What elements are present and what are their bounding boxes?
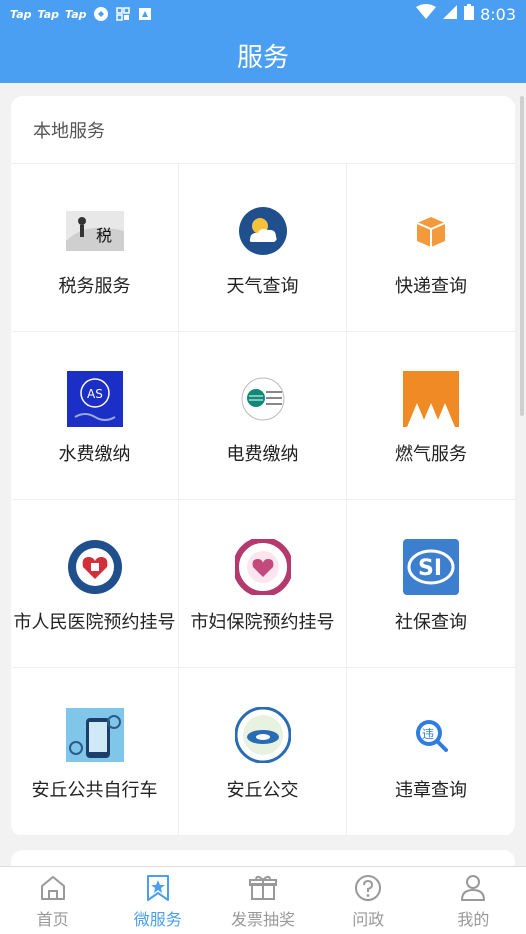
service-water[interactable]: AS 水费缴纳	[11, 332, 179, 500]
svg-text:违: 违	[422, 727, 434, 741]
image-icon	[137, 6, 153, 22]
package-icon	[402, 202, 460, 260]
tab-inquiry[interactable]: 问政	[316, 867, 421, 934]
service-label: 燃气服务	[395, 444, 467, 465]
service-express[interactable]: 快递查询	[347, 164, 515, 332]
status-app-label: Tap	[10, 7, 32, 21]
bottom-tab-bar: 首页 微服务 发票抽奖 问政 我的	[0, 866, 526, 934]
battery-icon	[464, 4, 475, 24]
signal-icon	[442, 4, 458, 24]
bus-icon	[234, 706, 292, 764]
clock: 8:03	[480, 4, 516, 24]
tab-label: 微服务	[133, 909, 182, 929]
svg-text:税: 税	[96, 226, 112, 245]
tab-label: 发票抽奖	[231, 909, 296, 929]
tax-icon: 税	[65, 202, 124, 260]
app-bar: 服务	[0, 28, 526, 83]
question-icon	[355, 874, 382, 901]
sync-icon	[93, 6, 109, 22]
svg-text:SI: SI	[418, 556, 442, 581]
gas-icon	[402, 370, 460, 428]
service-label: 市妇保院预约挂号	[190, 612, 335, 633]
user-icon	[461, 874, 486, 901]
service-bus[interactable]: 安丘公交	[179, 668, 347, 836]
status-bar: Tap Tap Tap 8:03	[0, 0, 526, 28]
wifi-icon	[416, 4, 437, 24]
tab-label: 首页	[36, 909, 69, 929]
service-electricity[interactable]: 电费缴纳	[179, 332, 347, 500]
social-security-icon: SI	[402, 538, 460, 596]
weather-icon	[234, 202, 292, 260]
service-label: 税务服务	[58, 276, 131, 297]
local-services-card: 本地服务 税 税务服务 天气查询 快递查询 AS 水费缴纳 电费缴纳 燃气服务 …	[11, 96, 515, 836]
service-label: 快递查询	[395, 276, 467, 297]
service-label: 电费缴纳	[226, 444, 299, 465]
service-tax[interactable]: 税 税务服务	[11, 164, 179, 332]
service-grid: 税 税务服务 天气查询 快递查询 AS 水费缴纳 电费缴纳 燃气服务 市人民医院…	[11, 164, 515, 836]
service-gas[interactable]: 燃气服务	[347, 332, 515, 500]
service-bicycle[interactable]: 安丘公共自行车	[11, 668, 179, 836]
service-maternal-hospital[interactable]: 市妇保院预约挂号	[179, 500, 347, 668]
service-social-security[interactable]: SI 社保查询	[347, 500, 515, 668]
section-title: 本地服务	[11, 96, 515, 164]
tab-label: 问政	[352, 909, 385, 929]
water-bill-icon: AS	[66, 370, 124, 428]
page-title: 服务	[236, 43, 289, 73]
city-hospital-icon	[66, 538, 124, 596]
home-icon	[40, 875, 65, 900]
service-weather[interactable]: 天气查询	[179, 164, 347, 332]
service-label: 社保查询	[395, 612, 467, 633]
violation-icon: 违	[402, 706, 460, 764]
scrollbar[interactable]	[520, 96, 524, 416]
service-violation[interactable]: 违 违章查询	[347, 668, 515, 836]
bicycle-icon	[65, 706, 124, 764]
electricity-icon	[234, 370, 292, 428]
bookmark-star-icon	[146, 874, 169, 901]
tab-micro-service[interactable]: 微服务	[105, 867, 210, 934]
service-label: 市人民医院预约挂号	[13, 612, 176, 633]
maternal-hospital-icon	[234, 538, 292, 596]
service-label: 水费缴纳	[58, 444, 131, 465]
grid-icon	[115, 6, 131, 22]
service-label: 违章查询	[395, 780, 467, 801]
tab-home[interactable]: 首页	[0, 867, 105, 934]
tab-mine[interactable]: 我的	[421, 867, 526, 934]
service-label: 安丘公共自行车	[31, 780, 158, 801]
service-label: 天气查询	[226, 276, 299, 297]
tab-invoice-lottery[interactable]: 发票抽奖	[210, 867, 315, 934]
service-city-hospital[interactable]: 市人民医院预约挂号	[11, 500, 179, 668]
service-label: 安丘公交	[226, 780, 299, 801]
gift-icon	[249, 875, 277, 900]
svg-text:AS: AS	[87, 387, 103, 401]
tab-label: 我的	[457, 909, 490, 929]
status-app-label: Tap	[65, 7, 87, 21]
status-app-label: Tap	[37, 7, 60, 21]
